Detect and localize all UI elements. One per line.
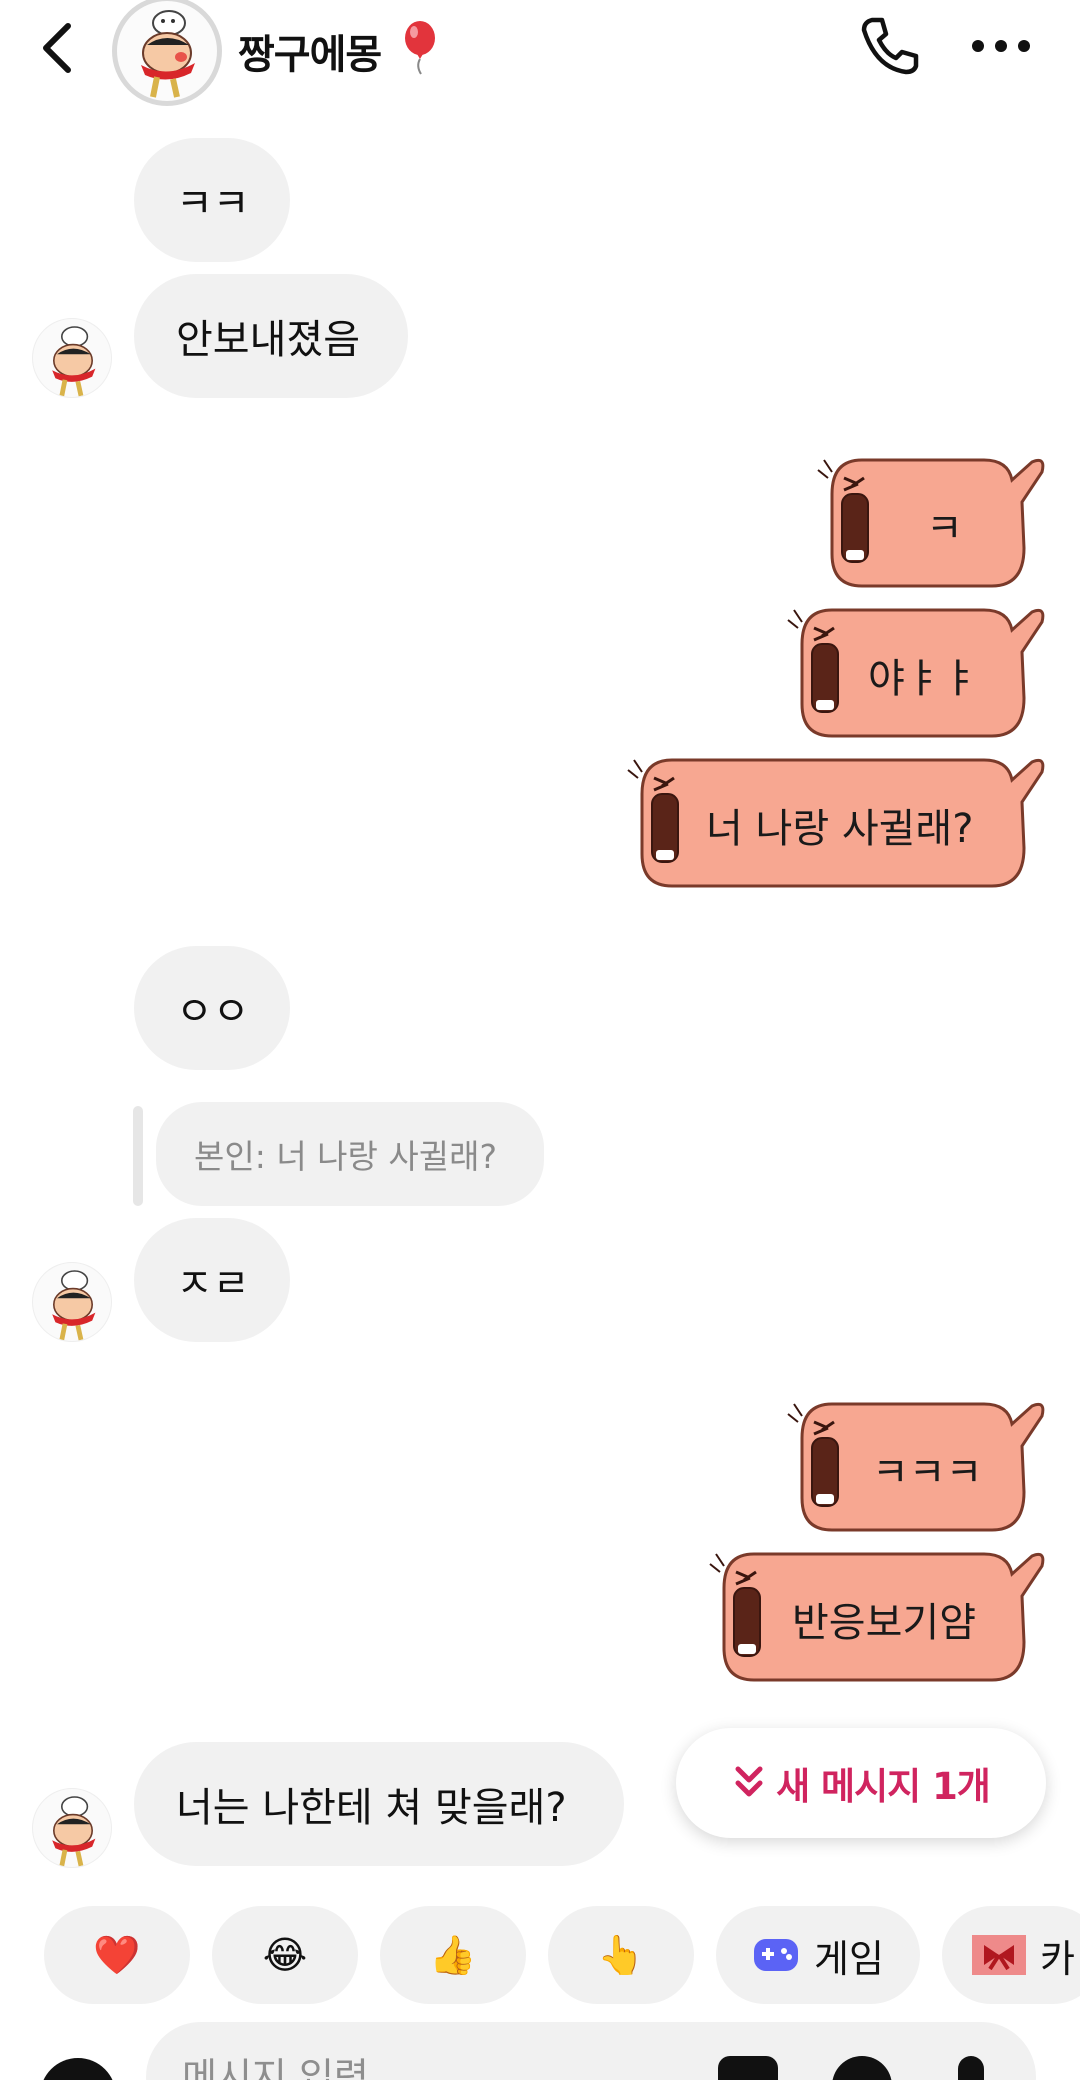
fish-sticker-message[interactable]: 반응보기얌	[709, 1548, 1048, 1686]
reply-indicator-bar	[133, 1106, 143, 1206]
image-icon[interactable]	[718, 2056, 778, 2080]
mic-icon[interactable]	[958, 2056, 984, 2080]
character-avatar-icon	[52, 1796, 96, 1867]
double-chevron-down-icon	[735, 1766, 763, 1797]
fish-sticker-message[interactable]: 너 나랑 사귈래?	[627, 754, 1048, 892]
message-composer	[0, 2022, 1080, 2080]
message-bubble-incoming[interactable]: 너는 나한테 쳐 맞을래?	[134, 1742, 624, 1866]
quick-reply-thumbs-up[interactable]: 👍	[380, 1906, 526, 2004]
quick-reply-point[interactable]: 👆	[548, 1906, 694, 2004]
quick-reply-laugh[interactable]: 😂	[212, 1906, 358, 2004]
message-bubble-incoming[interactable]: 안보내졌음	[134, 274, 408, 398]
balloon-icon	[400, 20, 440, 76]
message-text: 야ㅑㅑ	[868, 656, 979, 702]
thumbs-up-icon: 👍	[429, 1932, 477, 1977]
call-button[interactable]	[856, 12, 922, 78]
more-chip-label: 카	[1040, 1936, 1075, 1981]
game-label: 게임	[814, 1936, 884, 1981]
chevron-left-icon	[43, 23, 71, 73]
reply-quote[interactable]: 본인: 너 나랑 사귈래?	[156, 1102, 544, 1206]
new-message-label: 새 메시지 1개	[776, 1765, 991, 1808]
message-bubble-incoming[interactable]: ㅇㅇ	[134, 946, 290, 1070]
fish-sticker-message[interactable]: ㅋㅋㅋ	[787, 1398, 1048, 1536]
more-options-button[interactable]	[968, 20, 1034, 70]
sender-avatar[interactable]	[32, 318, 112, 398]
quick-reply-game[interactable]: 게임	[716, 1906, 920, 2004]
quick-reply-more[interactable]: 카	[942, 1906, 1080, 2004]
message-text: ㅋㅋ	[176, 181, 250, 227]
quick-reply-bar: ❤️ 😂 👍 👆 게임 카	[0, 1906, 1080, 2006]
avatar[interactable]	[112, 0, 222, 106]
more-horizontal-icon	[972, 40, 1030, 52]
sender-avatar[interactable]	[32, 1262, 112, 1342]
message-text: 안보내졌음	[176, 317, 360, 363]
chat-title[interactable]: 짱구에몽	[238, 22, 382, 80]
message-text: 너는 나한테 쳐 맞을래?	[176, 1785, 567, 1831]
message-text: 너 나랑 사귈래?	[706, 806, 974, 852]
message-bubble-incoming[interactable]: ㅈㄹ	[134, 1218, 290, 1342]
message-text: ㅋㅋㅋ	[872, 1450, 983, 1496]
back-button[interactable]	[30, 14, 90, 78]
message-text: ㅈㄹ	[176, 1261, 250, 1307]
message-bubble-incoming[interactable]: ㅋㅋ	[134, 138, 290, 262]
character-avatar-icon	[52, 1270, 96, 1341]
sender-avatar[interactable]	[32, 1788, 112, 1868]
character-avatar-icon	[52, 326, 96, 397]
gift-ribbon-icon	[972, 1935, 1026, 1975]
message-text: ㅋ	[926, 506, 963, 552]
laughing-icon: 😂	[262, 1933, 308, 1977]
message-text: ㅇㅇ	[176, 989, 250, 1035]
character-avatar-icon	[141, 10, 195, 98]
fish-sticker-message[interactable]: 야ㅑㅑ	[787, 604, 1048, 742]
gamepad-icon	[754, 1939, 799, 1971]
message-input[interactable]	[146, 2022, 1036, 2080]
new-message-button[interactable]: 새 메시지 1개	[676, 1728, 1046, 1838]
camera-icon[interactable]	[40, 2058, 116, 2080]
heart-icon: ❤️	[93, 1932, 141, 1977]
chat-header: 짱구에몽	[0, 0, 1080, 106]
reply-quote-text: 본인: 너 나랑 사귈래?	[194, 1137, 497, 1176]
fish-sticker-message[interactable]: ㅋ	[817, 454, 1048, 592]
phone-icon	[861, 17, 919, 75]
quick-reply-heart[interactable]: ❤️	[44, 1906, 190, 2004]
message-text: 반응보기얌	[792, 1600, 976, 1646]
pointing-hand-icon: 👆	[597, 1932, 645, 1977]
